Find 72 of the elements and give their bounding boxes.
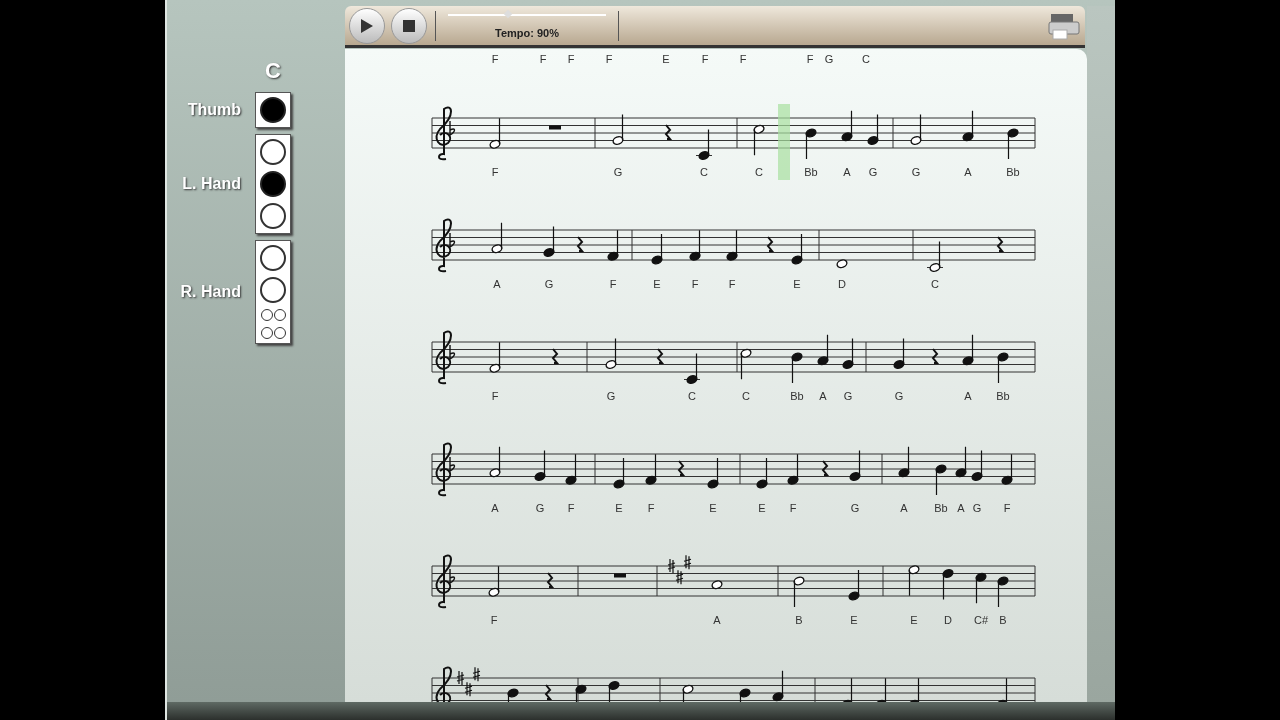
note-name: F	[605, 53, 613, 66]
note-name: E	[850, 614, 858, 627]
note-name: C#	[973, 614, 989, 627]
note-name: E	[793, 278, 801, 291]
tempo-label: Tempo: 90%	[495, 26, 559, 42]
note-name: A	[713, 614, 721, 627]
note-name: G	[972, 502, 982, 515]
note-name: E	[653, 278, 661, 291]
note-name: A	[964, 166, 972, 179]
note-name: A	[493, 278, 501, 291]
note-name: G	[824, 53, 834, 66]
fingering-note: C	[264, 58, 282, 84]
note-name: C	[862, 53, 870, 66]
note-name: C	[742, 390, 750, 403]
note-name: F	[739, 53, 747, 66]
note-name: F	[491, 53, 499, 66]
note-name: G	[606, 390, 616, 403]
fingering-label: R. Hand	[180, 282, 241, 302]
note-name: A	[843, 166, 851, 179]
fingering-label: Thumb	[187, 100, 241, 120]
note-name: F	[567, 53, 575, 66]
note-name: F	[567, 502, 575, 515]
play-icon	[360, 17, 374, 34]
note-name: G	[850, 502, 860, 515]
play-button[interactable]	[349, 7, 385, 44]
note-name: Bb	[934, 502, 948, 515]
printer-icon[interactable]	[1047, 11, 1081, 40]
note-name: E	[662, 53, 670, 66]
note-name: A	[964, 390, 972, 403]
note-name: A	[957, 502, 965, 515]
note-name: Bb	[804, 166, 818, 179]
note-name: F	[609, 278, 617, 291]
note-name: F	[691, 278, 699, 291]
stop-icon	[403, 19, 415, 32]
note-name: C	[755, 166, 763, 179]
fingering-label: L. Hand	[182, 174, 241, 194]
note-name: A	[900, 502, 908, 515]
note-name: G	[868, 166, 878, 179]
note-name: G	[544, 278, 554, 291]
note-name: A	[819, 390, 827, 403]
note-name: A	[491, 502, 499, 515]
note-name: F	[728, 278, 736, 291]
note-name: G	[535, 502, 545, 515]
note-name: Bb	[790, 390, 804, 403]
note-name: C	[688, 390, 696, 403]
note-name: G	[911, 166, 921, 179]
note-name: F	[647, 502, 655, 515]
note-name: F	[539, 53, 547, 66]
note-name: F	[806, 53, 814, 66]
tempo-slider[interactable]	[448, 11, 606, 20]
note-name: E	[615, 502, 623, 515]
note-name: G	[843, 390, 853, 403]
note-name: Bb	[996, 390, 1010, 403]
note-name: F	[701, 53, 709, 66]
note-name: B	[999, 614, 1007, 627]
note-name: G	[894, 390, 904, 403]
note-name: F	[789, 502, 797, 515]
note-name: D	[944, 614, 952, 627]
note-name: D	[838, 278, 846, 291]
note-name: F	[490, 614, 498, 627]
stop-button[interactable]	[391, 7, 427, 44]
note-name: F	[1003, 502, 1011, 515]
note-name: E	[758, 502, 766, 515]
note-name: Bb	[1006, 166, 1020, 179]
note-name: G	[613, 166, 623, 179]
note-name: E	[910, 614, 918, 627]
note-name: B	[795, 614, 803, 627]
note-name: C	[700, 166, 708, 179]
note-name: F	[491, 166, 499, 179]
note-name: F	[491, 390, 499, 403]
note-name: E	[709, 502, 717, 515]
note-name: C	[931, 278, 939, 291]
